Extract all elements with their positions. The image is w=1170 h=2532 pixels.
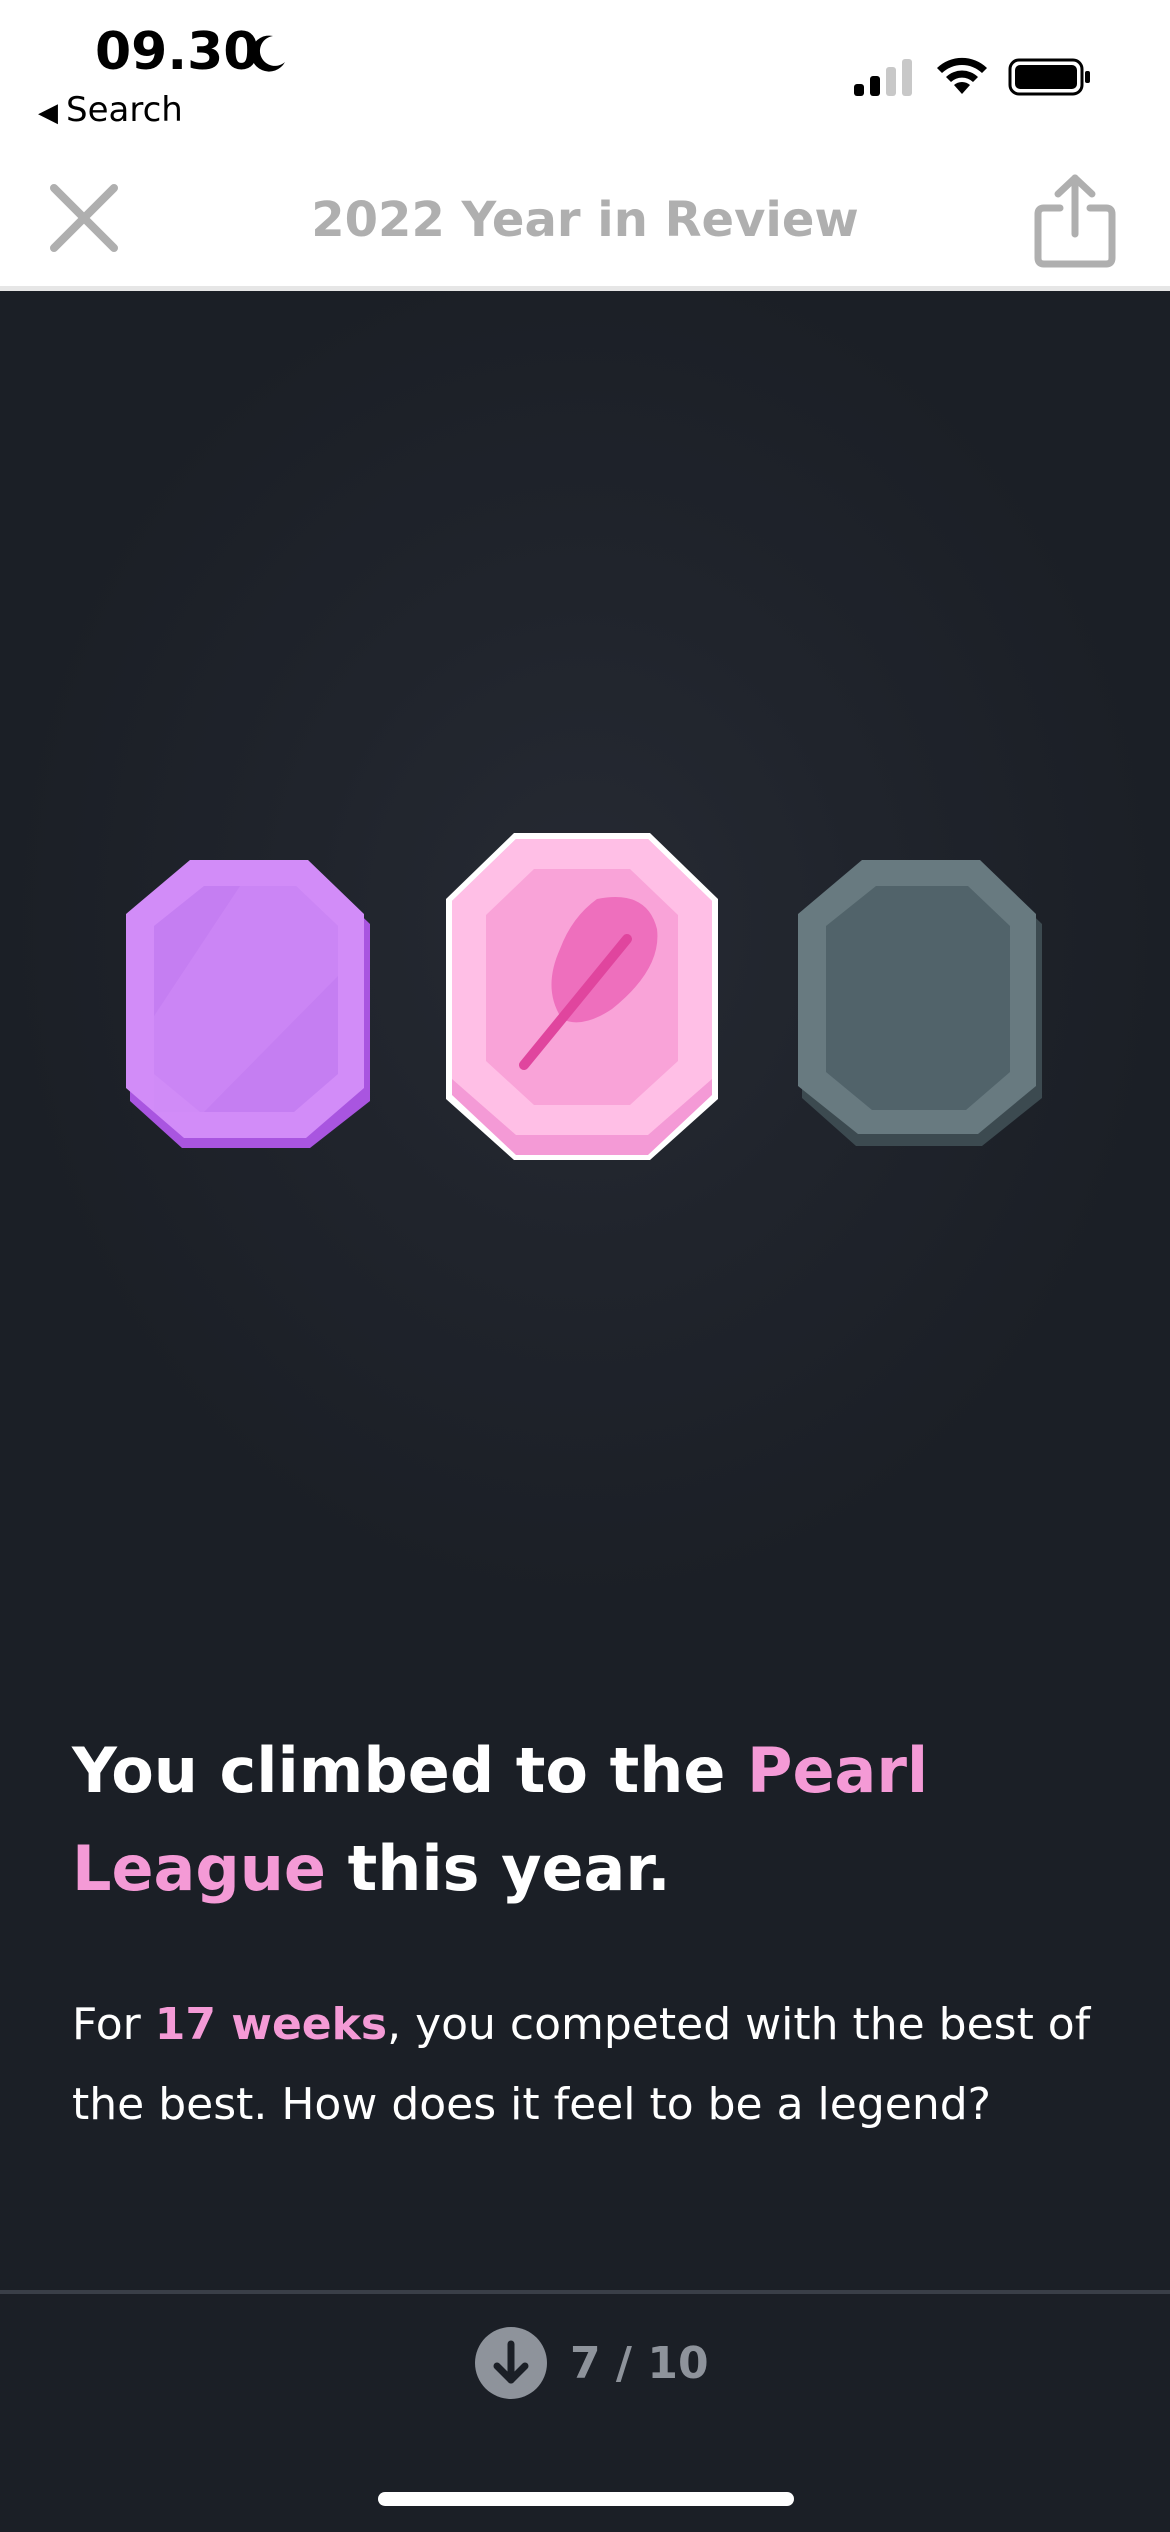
pager: 7 / 10: [474, 2326, 709, 2400]
footer-divider: [0, 2290, 1170, 2294]
battery-icon: [1008, 58, 1090, 96]
share-icon[interactable]: [1030, 170, 1120, 270]
page-title: 2022 Year in Review: [311, 192, 859, 248]
signal-icon: [854, 59, 912, 96]
amethyst-league-badge: [126, 860, 370, 1148]
status-time: 09.30: [95, 22, 260, 82]
back-label: Search: [66, 90, 183, 130]
moon-icon: [251, 35, 285, 72]
description-prefix: For: [72, 1999, 141, 2050]
home-indicator[interactable]: [378, 2492, 794, 2506]
arrow-down-icon[interactable]: [474, 2326, 548, 2400]
page-counter: 7 / 10: [570, 2337, 709, 2389]
headline: You climbed to the Pearl League this yea…: [72, 1722, 1112, 1918]
header-bar: 2022 Year in Review: [0, 160, 1170, 291]
obsidian-league-badge: [798, 860, 1042, 1146]
status-bar: 09.30 ◀ Search: [0, 0, 1170, 160]
wifi-icon: [937, 57, 987, 94]
league-badges-stage: [0, 291, 1170, 1611]
weeks-count: 17 weeks: [154, 1999, 388, 2050]
back-to-search-link[interactable]: ◀ Search: [38, 90, 183, 130]
description: For 17 weeks, you competed with the best…: [72, 1985, 1132, 2145]
headline-prefix: You climbed to the: [72, 1734, 726, 1807]
headline-suffix: this year.: [347, 1832, 671, 1905]
back-triangle-icon: ◀: [38, 98, 58, 128]
pearl-league-badge: [446, 833, 718, 1160]
